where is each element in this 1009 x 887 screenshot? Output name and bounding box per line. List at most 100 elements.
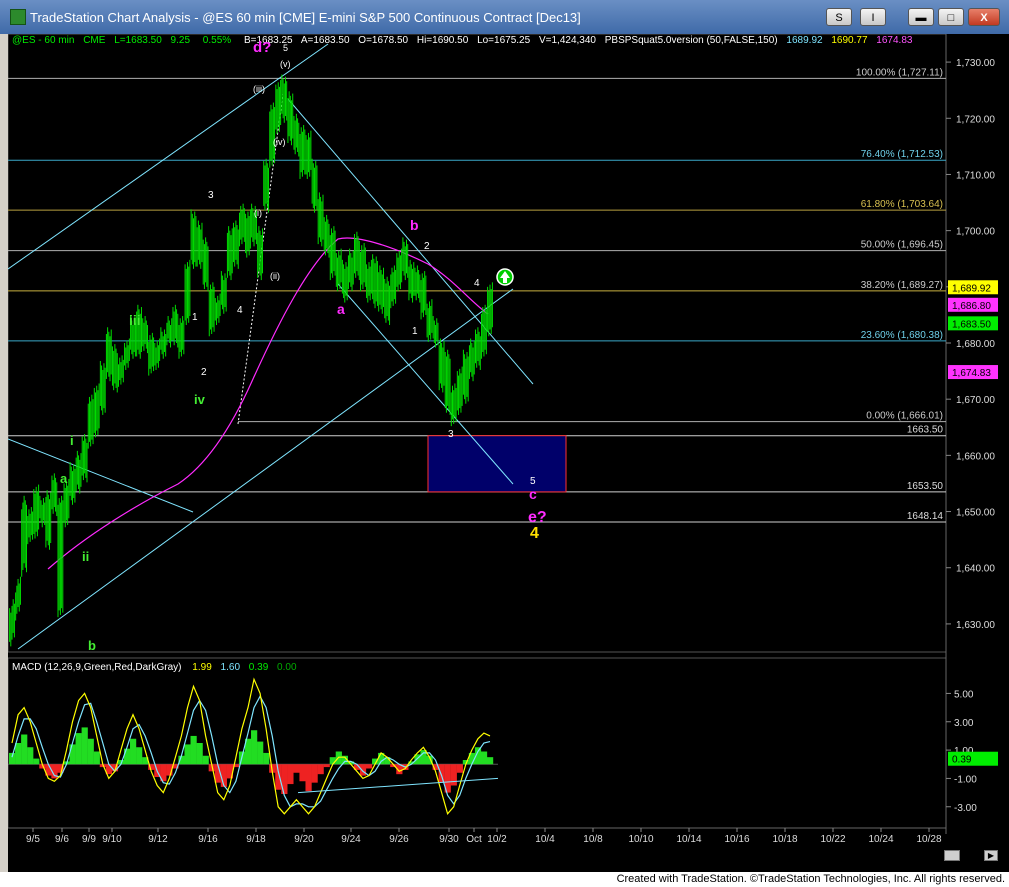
fib-level-label: 38.20% (1,689.27) bbox=[861, 280, 943, 291]
macd-histogram-bar bbox=[420, 750, 427, 765]
fib-level-label: 0.00% (1,666.01) bbox=[866, 411, 943, 422]
wave-label: b bbox=[410, 217, 419, 233]
s-menu-button[interactable]: S bbox=[826, 8, 852, 26]
horizontal-level-label: 1648.14 bbox=[907, 511, 944, 522]
macd-histogram-bar bbox=[293, 764, 300, 773]
date-tick-label: 10/28 bbox=[916, 834, 941, 845]
macd-histogram-bar bbox=[480, 751, 488, 765]
price-tick-label: 1,700.00 bbox=[956, 227, 995, 238]
wave-label: iv bbox=[194, 392, 206, 407]
price-chart[interactable]: @ES - 60 min CME L=1683.50 9.25 0.55% B=… bbox=[8, 34, 1009, 872]
macd-histogram-bar bbox=[311, 764, 318, 783]
wave-label: 4 bbox=[237, 305, 243, 316]
price-tick-label: 1,710.00 bbox=[956, 170, 995, 181]
wave-label: (iii) bbox=[253, 84, 265, 94]
i-menu-button[interactable]: I bbox=[860, 8, 886, 26]
arrow-right-icon: ▶ bbox=[987, 851, 995, 860]
date-tick-label: Oct bbox=[466, 834, 482, 845]
target-zone-box bbox=[427, 435, 567, 493]
macd-histogram-bar bbox=[456, 764, 463, 773]
wave-label: 4 bbox=[474, 278, 480, 289]
macd-histogram-bar bbox=[21, 734, 28, 765]
minimize-icon: ▬ bbox=[915, 12, 927, 24]
wave-label: (i) bbox=[254, 208, 262, 218]
maximize-button[interactable]: □ bbox=[938, 8, 964, 26]
price-tag-label: 1,689.92 bbox=[952, 283, 991, 294]
macd-histogram-bar bbox=[15, 743, 22, 765]
date-tick-label: 10/10 bbox=[628, 834, 653, 845]
wave-label: c bbox=[529, 486, 537, 502]
macd-tick-label: -1.00 bbox=[954, 774, 977, 785]
wave-label: a bbox=[60, 471, 68, 486]
minimize-button[interactable]: ▬ bbox=[908, 8, 934, 26]
macd-histogram-bar bbox=[196, 743, 203, 765]
fib-level-label: 23.60% (1,680.38) bbox=[861, 330, 943, 341]
wave-label: 3 bbox=[208, 190, 214, 201]
wave-label: a bbox=[337, 301, 345, 317]
macd-histogram-bar bbox=[305, 764, 312, 792]
macd-histogram-bar bbox=[287, 764, 294, 785]
low-label: Lo=1675.25 bbox=[477, 35, 531, 46]
date-tick-label: 10/8 bbox=[583, 834, 603, 845]
price-tick-label: 1,640.00 bbox=[956, 564, 995, 575]
wave-label: (iv) bbox=[273, 137, 286, 147]
macd-histogram-bar bbox=[81, 727, 88, 765]
chart-area[interactable]: @ES - 60 min CME L=1683.50 9.25 0.55% B=… bbox=[8, 34, 1009, 874]
macd-histogram-bar bbox=[136, 747, 143, 765]
svg-text:@ES - 60 min CME L: @ES - 60 min CME L=1683.50 9.25 0.55% B=… bbox=[12, 35, 913, 46]
macd-value-1: 1.99 bbox=[192, 662, 212, 673]
macd-histogram-bar bbox=[93, 751, 100, 765]
exchange-label: CME bbox=[83, 35, 106, 46]
ask-label: A=1683.50 bbox=[301, 35, 350, 46]
date-tick-label: 9/12 bbox=[148, 834, 168, 845]
wave-label: 1 bbox=[192, 312, 198, 323]
wave-label: ii bbox=[82, 549, 89, 564]
macd-histogram-bar bbox=[263, 752, 270, 765]
window-title: TradeStation Chart Analysis - @ES 60 min… bbox=[30, 10, 581, 25]
date-tick-label: 10/16 bbox=[724, 834, 749, 845]
wave-label: b bbox=[88, 638, 96, 653]
date-tick-label: 10/18 bbox=[772, 834, 797, 845]
macd-histogram-bar bbox=[202, 755, 209, 765]
fib-level-label: 100.00% (1,727.11) bbox=[856, 67, 943, 78]
volume-label: V=1,424,340 bbox=[539, 35, 596, 46]
price-tick-label: 1,630.00 bbox=[956, 620, 995, 631]
price-tick-label: 1,680.00 bbox=[956, 339, 995, 350]
macd-panel bbox=[8, 657, 947, 829]
macd-tick-label: 3.00 bbox=[954, 718, 974, 729]
close-button[interactable]: X bbox=[968, 8, 1000, 26]
change-label: 9.25 bbox=[171, 35, 191, 46]
wave-label: 4 bbox=[530, 525, 539, 542]
pct-change-label: 0.55% bbox=[203, 35, 231, 46]
indicator-value-1: 1689.92 bbox=[786, 35, 823, 46]
scrollbar-thumb[interactable] bbox=[944, 850, 960, 861]
fib-level-label: 76.40% (1,712.53) bbox=[861, 149, 943, 160]
price-tick-label: 1,730.00 bbox=[956, 58, 995, 69]
horizontal-scrollbar[interactable] bbox=[8, 846, 1009, 862]
indicator-label: PBSPSquat5.0version (50,FALSE,150) bbox=[605, 35, 778, 46]
macd-value-4: 0.00 bbox=[277, 662, 297, 673]
date-tick-label: 9/5 bbox=[26, 834, 40, 845]
macd-histogram-bar bbox=[27, 747, 34, 765]
macd-label: MACD (12,26,9,Green,Red,DarkGray) bbox=[12, 662, 182, 673]
macd-tick-label: -3.00 bbox=[954, 803, 977, 814]
date-tick-label: 9/6 bbox=[55, 834, 69, 845]
open-label: O=1678.50 bbox=[358, 35, 408, 46]
date-tick-label: 9/30 bbox=[439, 834, 459, 845]
scroll-right-button[interactable]: ▶ bbox=[984, 850, 998, 861]
wave-label: (ii) bbox=[270, 271, 280, 281]
last-price-label: L=1683.50 bbox=[114, 35, 162, 46]
window-titlebar: TradeStation Chart Analysis - @ES 60 min… bbox=[0, 0, 1009, 34]
fib-level-label: 50.00% (1,696.45) bbox=[861, 240, 943, 251]
maximize-icon: □ bbox=[947, 12, 955, 24]
macd-histogram-bar bbox=[275, 764, 282, 790]
date-tick-label: 9/9 bbox=[82, 834, 96, 845]
indicator-value-3: 1674.83 bbox=[876, 35, 913, 46]
date-tick-label: 10/24 bbox=[868, 834, 893, 845]
wave-label: i bbox=[70, 433, 74, 448]
svg-text:MACD (12,26,9,Green,Red,DarkGr: MACD (12,26,9,Green,Red,DarkGray) 1.99 1… bbox=[12, 662, 297, 673]
wave-label: 2 bbox=[201, 367, 207, 378]
date-tick-label: 10/2 bbox=[487, 834, 507, 845]
wave-label: (v) bbox=[280, 59, 291, 69]
date-tick-label: 9/24 bbox=[341, 834, 361, 845]
